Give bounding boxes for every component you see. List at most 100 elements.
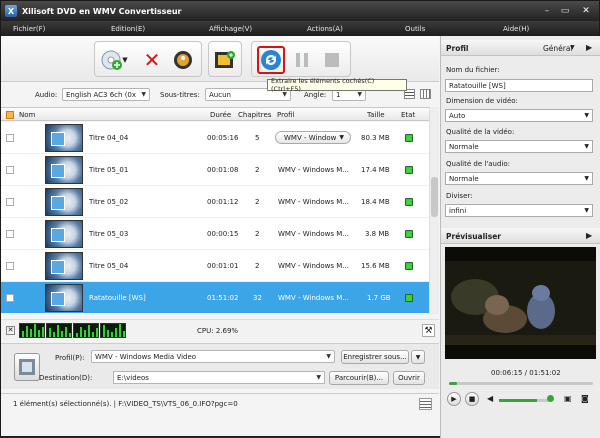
preview-title: Prévisualiser [446, 232, 501, 241]
table-row[interactable]: Titre 05_02 00:01:12 2 WMV - Windows M..… [1, 186, 429, 218]
volume-slider[interactable] [499, 399, 549, 402]
close-button[interactable]: ✕ [575, 4, 597, 18]
clear-list-icon[interactable] [171, 48, 195, 72]
video-quality-select[interactable]: Normale ▼ [445, 140, 593, 153]
row-name: Titre 04_04 [89, 134, 129, 142]
preview-time: 00:06:15 / 01:51:02 [491, 369, 561, 377]
row-checkbox[interactable] [6, 294, 14, 302]
expand-right-icon[interactable]: ▶ [586, 231, 592, 240]
select-all-checkbox[interactable] [6, 111, 14, 119]
row-size: 3.8 MB [365, 230, 390, 238]
row-chapters: 2 [255, 230, 260, 238]
row-duration: 00:05:16 [207, 134, 239, 142]
table-row[interactable]: Titre 04_04 00:05:16 5 WMV - Window ▼ 80.… [1, 122, 429, 154]
row-duration: 00:00:15 [207, 230, 239, 238]
row-profile[interactable]: WMV - Windows M... [278, 166, 349, 174]
row-duration: 00:01:12 [207, 198, 239, 206]
list-scrollbar[interactable] [429, 107, 439, 314]
dvd-thumbnail [45, 188, 83, 216]
menu-view[interactable]: Affichage(V) [197, 25, 295, 33]
log-icon[interactable] [419, 398, 432, 410]
save-as-dropdown-icon[interactable]: ▼ [411, 350, 425, 364]
filename-label: Nom du fichier: [446, 66, 500, 74]
save-as-button[interactable]: Enregistrer sous... [341, 350, 409, 364]
menu-tools[interactable]: Outils [393, 25, 491, 33]
filename-input[interactable]: Ratatouille [WS] [445, 79, 593, 92]
play-icon[interactable]: ▶ [447, 392, 461, 406]
row-checkbox[interactable] [6, 230, 14, 238]
row-checkbox[interactable] [6, 134, 14, 142]
seek-bar[interactable] [449, 382, 593, 385]
toolbar-group-file: ▼ ✕ [94, 41, 202, 77]
col-duration[interactable]: Durée [210, 111, 231, 119]
table-row[interactable]: Titre 05_04 00:01:01 2 WMV - Windows M..… [1, 250, 429, 282]
add-disc-icon[interactable] [99, 48, 123, 72]
wrench-icon[interactable]: ⚒ [422, 324, 435, 337]
row-duration: 01:51:02 [207, 294, 239, 302]
stop-icon[interactable]: ■ [465, 392, 479, 406]
split-value: infini [449, 206, 467, 215]
row-name: Titre 05_03 [89, 230, 129, 238]
row-name: Titre 05_01 [89, 166, 129, 174]
pause-icon[interactable] [290, 48, 314, 72]
volume-icon[interactable]: ◀ [487, 394, 493, 403]
menu-bar: Fichier(F) Edition(E) Affichage(V) Actio… [1, 21, 599, 36]
chevron-down-icon[interactable]: ▼ [570, 44, 575, 51]
minimize-button[interactable]: – [539, 4, 555, 18]
stop-icon[interactable] [320, 48, 344, 72]
row-checkbox[interactable] [6, 166, 14, 174]
video-effects-icon[interactable] [213, 48, 237, 72]
col-profile[interactable]: Profil [277, 111, 294, 119]
add-dropdown-icon[interactable]: ▼ [121, 48, 129, 72]
row-checkbox[interactable] [6, 198, 14, 206]
row-profile[interactable]: WMV - Windows M... [278, 198, 349, 206]
restore-button[interactable]: ▭ [557, 4, 573, 18]
toolbar: ▼ ✕ [1, 36, 439, 82]
col-name[interactable]: Nom [19, 111, 35, 119]
profile-mode-select[interactable]: Général [543, 44, 573, 53]
table-row[interactable]: Titre 05_03 00:00:15 2 WMV - Windows M..… [1, 218, 429, 250]
collapse-icon[interactable]: ✕ [6, 326, 15, 335]
col-size[interactable]: Taille [367, 111, 385, 119]
row-profile[interactable]: WMV - Windows M... [278, 294, 349, 302]
row-name: Ratatouille [WS] [89, 294, 146, 302]
row-checkbox[interactable] [6, 262, 14, 270]
detail-view-icon[interactable] [420, 89, 431, 99]
profile-film-icon[interactable] [14, 353, 40, 381]
dimension-select[interactable]: Auto ▼ [445, 109, 593, 122]
browse-button[interactable]: Parcourir(B)... [329, 371, 389, 385]
status-text: 1 élément(s) sélectionné(s). | F:\VIDEO_… [13, 400, 238, 408]
expand-right-icon[interactable]: ▶ [586, 43, 592, 52]
snapshot-icon[interactable]: ▣ [564, 394, 572, 403]
row-profile[interactable]: WMV - Windows M... [278, 230, 349, 238]
col-chapters[interactable]: Chapitres [238, 111, 271, 119]
chevron-down-icon: ▼ [339, 134, 344, 141]
menu-file[interactable]: Fichier(F) [1, 25, 99, 33]
camera-icon[interactable]: ◙ [581, 394, 589, 403]
volume-handle[interactable] [547, 395, 554, 402]
split-select[interactable]: infini ▼ [445, 204, 593, 217]
row-profile-dropdown[interactable]: WMV - Window ▼ [275, 131, 351, 144]
col-state[interactable]: Etat [401, 111, 415, 119]
menu-help[interactable]: Aide(H) [491, 25, 589, 33]
remove-icon[interactable]: ✕ [140, 48, 164, 72]
audio-value: English AC3 6ch (0x [66, 90, 137, 99]
table-row[interactable]: Titre 05_01 00:01:08 2 WMV - Windows M..… [1, 154, 429, 186]
destination-input[interactable]: E:\videos ▼ [113, 371, 325, 384]
audio-quality-value: Normale [449, 174, 479, 183]
profile-select[interactable]: WMV - Windows Media Video ▼ [91, 350, 335, 363]
table-row-selected[interactable]: Ratatouille [WS] 01:51:02 32 WMV - Windo… [1, 282, 429, 314]
menu-actions[interactable]: Actions(A) [295, 25, 393, 33]
chevron-down-icon: ▼ [141, 91, 146, 98]
convert-icon[interactable] [257, 46, 285, 74]
row-name: Titre 05_04 [89, 262, 129, 270]
chevron-down-icon: ▼ [316, 374, 321, 381]
scrollbar-thumb[interactable] [431, 177, 438, 217]
row-profile[interactable]: WMV - Windows M... [278, 262, 349, 270]
profile-panel-header: Profil Général ▼ ▶ [441, 40, 600, 56]
video-quality-label: Qualité de la vidéo: [446, 128, 515, 136]
open-button[interactable]: Ouvrir [393, 371, 425, 385]
audio-select[interactable]: English AC3 6ch (0x ▼ [62, 88, 150, 101]
audio-quality-select[interactable]: Normale ▼ [445, 172, 593, 185]
menu-edit[interactable]: Edition(E) [99, 25, 197, 33]
